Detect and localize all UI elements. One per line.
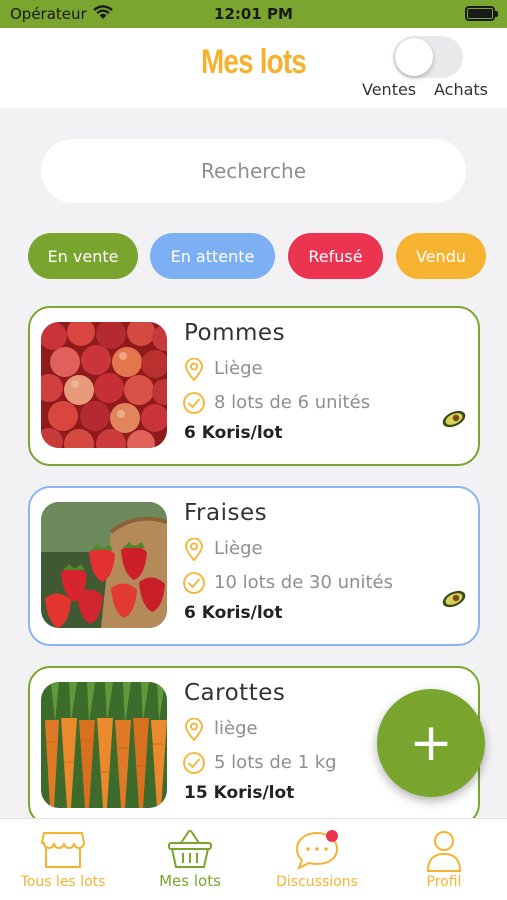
lot-name: Pommes (184, 320, 286, 346)
avocado-icon (440, 588, 468, 614)
status-bar: Opérateur 12:01 PM (0, 0, 507, 28)
ventes-achats-toggle[interactable] (393, 36, 463, 78)
filter-vendu[interactable]: Vendu (396, 233, 486, 279)
lot-price: 6 Koris/lot (184, 423, 283, 443)
lot-location: Liège (214, 538, 263, 559)
location-pin-icon (184, 357, 204, 386)
toggle-label-achats: Achats (434, 80, 489, 99)
tab-tous-les-lots[interactable]: Tous les lots (0, 819, 126, 900)
location-pin-icon (184, 537, 204, 566)
header: Mes lots Ventes Achats (0, 28, 507, 108)
search-input[interactable] (41, 139, 466, 203)
filter-refuse[interactable]: Refusé (288, 233, 383, 279)
lot-price: 15 Koris/lot (184, 783, 295, 803)
add-lot-button[interactable]: + (377, 689, 485, 797)
lot-name: Fraises (184, 500, 268, 526)
tab-mes-lots[interactable]: Mes lots (127, 819, 253, 900)
location-pin-icon (184, 717, 204, 746)
lot-card-fraises[interactable]: Fraises Liège 10 lots de 30 unités 6 Kor… (28, 486, 480, 646)
shop-icon (40, 829, 86, 873)
carrots-photo (41, 682, 167, 808)
lot-price: 6 Koris/lot (184, 603, 283, 623)
tab-label: Mes lots (159, 872, 221, 890)
check-circle-icon (182, 751, 206, 779)
lot-location: Liège (214, 358, 263, 379)
lot-quantity: 10 lots de 30 unités (214, 572, 393, 593)
lot-name: Carottes (184, 680, 286, 706)
lot-quantity: 8 lots de 6 unités (214, 392, 371, 413)
person-icon (424, 829, 464, 877)
clock: 12:01 PM (214, 5, 293, 23)
check-circle-icon (182, 571, 206, 599)
basket-icon (167, 829, 213, 873)
toggle-knob (395, 38, 433, 76)
battery-icon (465, 6, 498, 21)
lot-card-pommes[interactable]: Pommes Liège 8 lots de 6 unités 6 Koris/… (28, 306, 480, 466)
filter-en-vente[interactable]: En vente (28, 233, 138, 279)
tab-label: Discussions (276, 874, 358, 890)
check-circle-icon (182, 391, 206, 419)
tab-discussions[interactable]: Discussions (254, 819, 380, 900)
tab-bar: Tous les lots Mes lots Discussions Profi… (0, 818, 507, 900)
lot-quantity: 5 lots de 1 kg (214, 752, 337, 773)
tab-profil[interactable]: Profil (381, 819, 507, 900)
tab-label: Tous les lots (20, 874, 106, 890)
tab-label: Profil (426, 874, 462, 890)
strawberries-photo (41, 502, 167, 628)
toggle-label-ventes: Ventes (362, 80, 417, 99)
lot-location: liège (214, 718, 258, 739)
avocado-icon (440, 408, 468, 434)
filter-en-attente[interactable]: En attente (150, 233, 275, 279)
apples-photo (41, 322, 167, 448)
unread-badge (326, 830, 338, 842)
